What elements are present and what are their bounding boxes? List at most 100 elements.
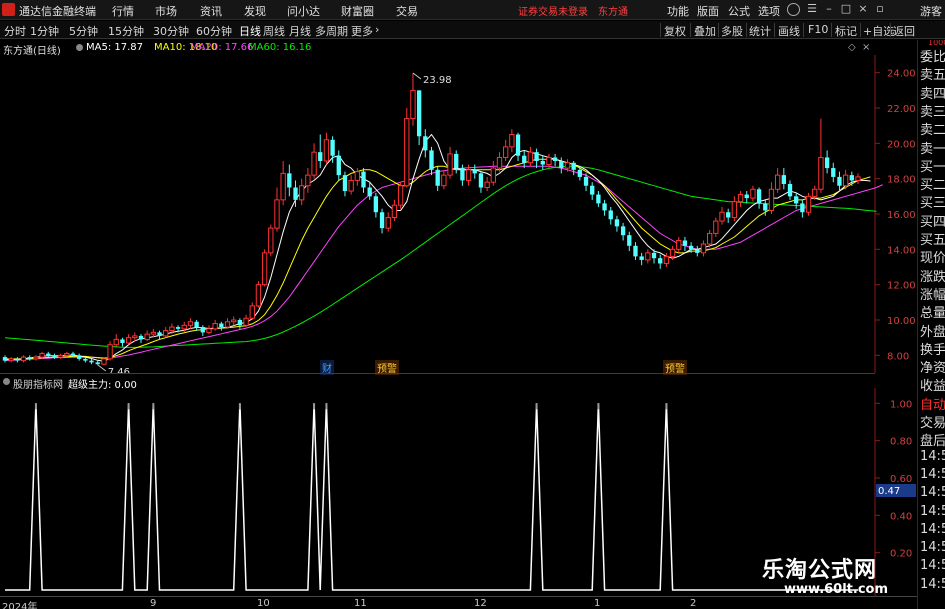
side-item[interactable]: 14:56 — [920, 485, 945, 500]
maximize-icon[interactable]: □ — [839, 2, 853, 16]
period-1min[interactable]: 1分钟 — [30, 23, 59, 39]
side-item[interactable]: 14:56 — [920, 467, 945, 482]
side-item[interactable]: 14:56 — [920, 540, 945, 555]
side-item[interactable]: 买五 — [920, 229, 945, 248]
period-30min[interactable]: 30分钟 — [153, 23, 189, 39]
tool-f10[interactable]: F10 — [808, 23, 828, 36]
period-monthly[interactable]: 月线 — [289, 23, 311, 39]
side-item[interactable]: 买四 — [920, 211, 945, 230]
side-item[interactable]: 外盘 — [920, 321, 945, 340]
side-item[interactable]: 现价 — [920, 247, 945, 266]
candle-body — [330, 139, 335, 156]
menu-layout[interactable]: 版面 — [697, 3, 719, 19]
trade-login-warning[interactable]: 证券交易未登录 东方通 — [518, 3, 628, 18]
side-item[interactable]: 14:56 — [920, 504, 945, 519]
close-icon[interactable]: × — [856, 2, 870, 16]
minimize-icon[interactable]: – — [822, 2, 836, 16]
ma60-label: MA60: 16.16 — [248, 42, 312, 53]
chevron-right-icon[interactable]: › — [375, 23, 379, 36]
period-daily[interactable]: 日线 — [239, 23, 261, 39]
chart-close-icon[interactable]: × — [862, 42, 870, 53]
candle-body — [534, 152, 539, 161]
candle-body — [120, 339, 125, 343]
tool-multi-stock[interactable]: 多股 — [721, 23, 743, 39]
chart-collapse-icon[interactable]: ◇ — [848, 42, 856, 53]
side-item[interactable]: 14:56 — [920, 449, 945, 464]
candle-body — [379, 212, 385, 229]
menu-options[interactable]: 选项 — [758, 3, 780, 19]
menu-trade[interactable]: 交易 — [396, 3, 418, 19]
indicator-settings-icon[interactable] — [3, 378, 10, 385]
menu-formula[interactable]: 公式 — [728, 3, 750, 19]
period-60min[interactable]: 60分钟 — [196, 23, 232, 39]
candle-body — [52, 355, 57, 358]
candle-body — [70, 353, 76, 356]
menu-market[interactable]: 市场 — [155, 3, 177, 19]
candle-body — [435, 169, 440, 186]
side-item[interactable]: 14:56 — [920, 522, 945, 537]
side-item[interactable]: 卖四 — [920, 83, 945, 102]
menu-quotes[interactable]: 行情 — [112, 3, 134, 19]
ma-settings-icon[interactable] — [76, 44, 83, 51]
period-5min[interactable]: 5分钟 — [69, 23, 98, 39]
user-icon[interactable] — [787, 3, 800, 16]
date-axis: 2024年 9 10 11 12 1 2 — [0, 596, 917, 609]
menu-wealth-circle[interactable]: 财富圈 — [341, 3, 374, 19]
side-item[interactable]: 交易 — [920, 412, 945, 431]
side-item[interactable]: 涨跌 — [920, 266, 945, 285]
candlestick-chart[interactable]: 24.00 22.00 20.00 18.00 16.00 14.00 12.00 10.00… — [0, 55, 917, 373]
side-item[interactable]: 委比 — [920, 46, 945, 65]
side-item[interactable]: 涨幅 — [920, 284, 945, 303]
side-item[interactable]: 自动 — [920, 394, 945, 413]
side-item[interactable]: 净资 — [920, 357, 945, 376]
candle-body — [348, 179, 354, 192]
side-item[interactable]: 14:56 — [920, 577, 945, 592]
candle-body — [719, 211, 725, 222]
side-item[interactable]: 换手 — [920, 339, 945, 358]
menu-function[interactable]: 功能 — [667, 3, 689, 19]
side-item[interactable]: 盘后 — [920, 430, 945, 449]
side-item[interactable]: 卖五 — [920, 64, 945, 83]
candle-body — [831, 168, 836, 177]
side-item[interactable]: 买二 — [920, 174, 945, 193]
candle-body — [138, 335, 144, 340]
tool-mark[interactable]: 标记 — [835, 23, 857, 39]
period-15min[interactable]: 15分钟 — [108, 23, 144, 39]
settings-icon[interactable]: ☰ — [805, 2, 819, 16]
tool-overlay[interactable]: 叠加 — [694, 23, 716, 39]
tool-adjust[interactable]: 复权 — [664, 23, 686, 39]
tool-draw-line[interactable]: 画线 — [778, 23, 800, 39]
tool-back[interactable]: 返回 — [893, 23, 915, 39]
period-multi[interactable]: 多周期 — [315, 23, 348, 39]
period-weekly[interactable]: 周线 — [263, 23, 285, 39]
date-label: 12 — [474, 598, 487, 609]
side-item[interactable]: 买一 — [920, 156, 945, 175]
tool-statistics[interactable]: 统计 — [749, 23, 771, 39]
side-item[interactable]: 总量 — [920, 302, 945, 321]
candle-body — [113, 338, 119, 346]
candle-body — [8, 358, 14, 362]
side-item[interactable]: 买三 — [920, 192, 945, 211]
side-item[interactable]: 卖二 — [920, 119, 945, 138]
spike-cap — [34, 403, 37, 410]
candle-body — [478, 173, 484, 188]
menu-news[interactable]: 资讯 — [200, 3, 222, 19]
candle-body — [2, 357, 8, 361]
side-item[interactable]: 卖一 — [920, 138, 945, 157]
candle-body — [731, 201, 738, 219]
expand-icon[interactable]: ▫ — [873, 2, 887, 16]
menu-ask-xiaoda[interactable]: 问小达 — [287, 3, 320, 19]
guest-label[interactable]: 游客 — [920, 3, 942, 19]
side-item[interactable]: 14:56 — [920, 558, 945, 573]
date-label: 1 — [594, 598, 601, 609]
candle-body — [837, 176, 842, 186]
candle-body — [95, 362, 100, 365]
side-item[interactable]: 卖三 — [920, 101, 945, 120]
period-timeshare[interactable]: 分时 — [4, 23, 26, 39]
menu-discover[interactable]: 发现 — [244, 3, 266, 19]
candle-body — [583, 176, 589, 186]
ma5-label: MA5: 17.87 — [86, 42, 144, 53]
period-more[interactable]: 更多 — [351, 23, 373, 39]
side-item[interactable]: 收益 — [920, 375, 945, 394]
candle-body — [805, 195, 812, 213]
